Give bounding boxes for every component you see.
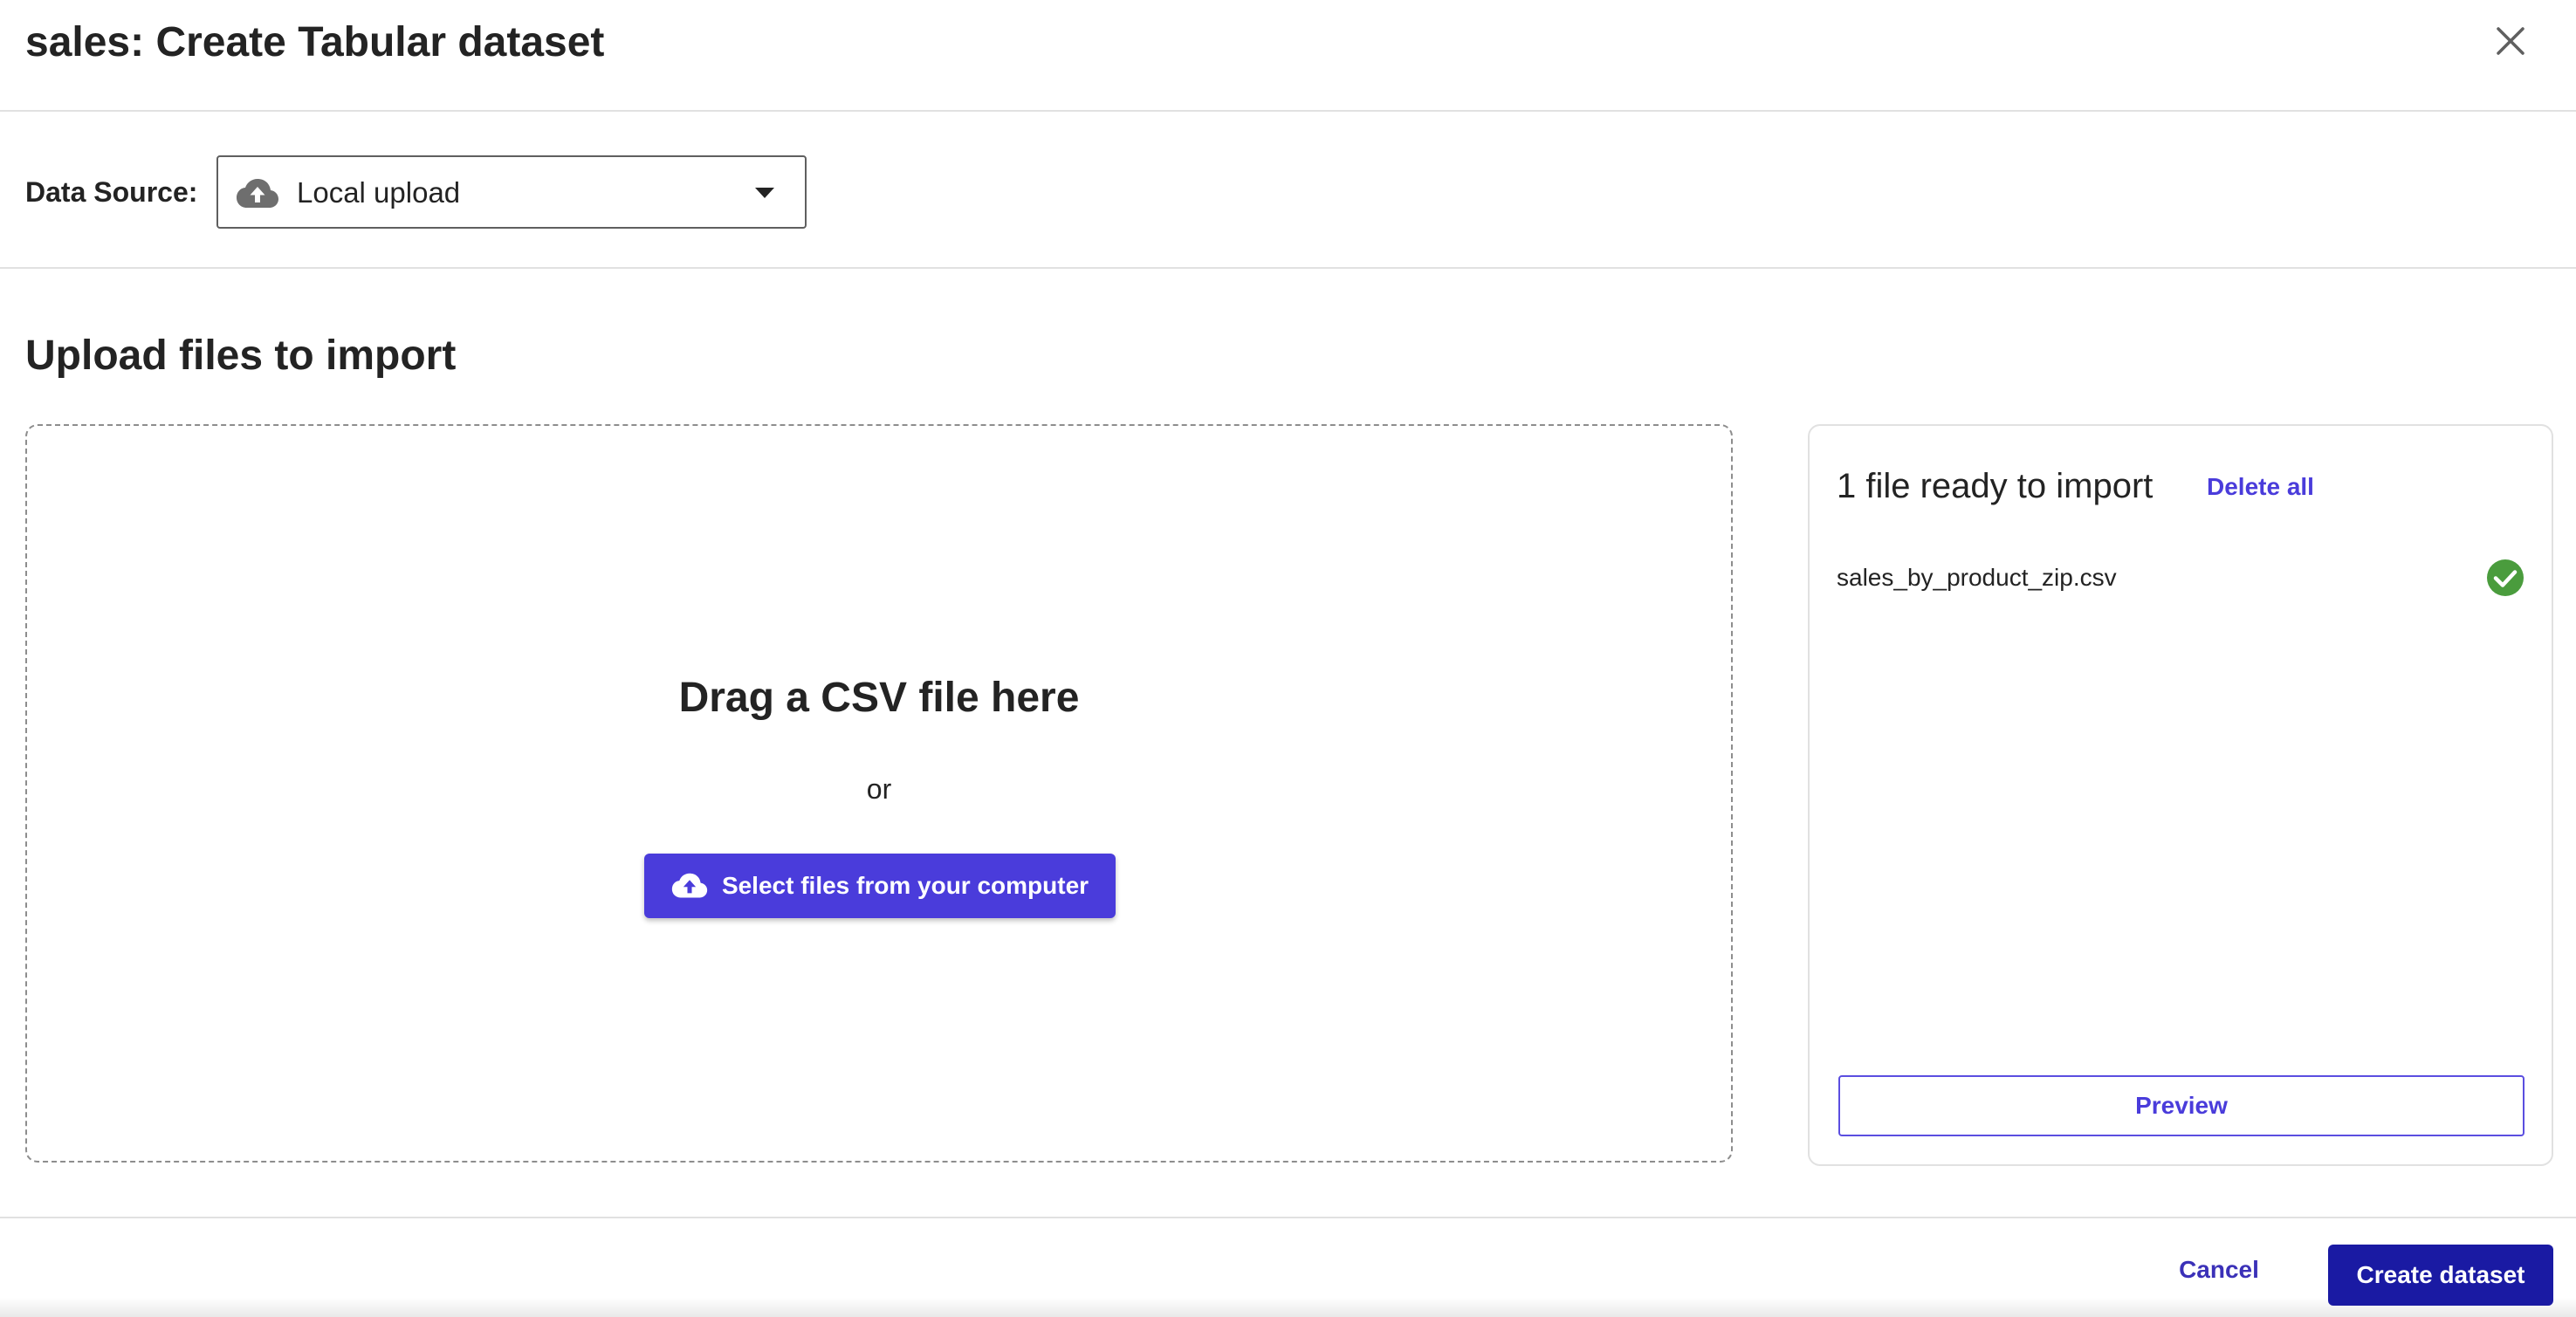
check-circle-icon — [2487, 559, 2524, 596]
create-dataset-label: Create dataset — [2356, 1261, 2525, 1288]
file-drop-zone[interactable]: Drag a CSV file here or Select files fro… — [25, 424, 1733, 1163]
create-dataset-button[interactable]: Create dataset — [2328, 1245, 2553, 1306]
close-icon — [2497, 27, 2524, 55]
data-source-select[interactable]: Local upload — [216, 155, 807, 229]
cancel-button[interactable]: Cancel — [2154, 1246, 2284, 1293]
create-dataset-dialog: sales: Create Tabular dataset Data Sourc… — [0, 0, 2576, 1317]
preview-label: Preview — [2135, 1092, 2228, 1119]
section-title: Upload files to import — [25, 333, 457, 379]
cloud-upload-icon — [237, 179, 278, 208]
dialog-title: sales: Create Tabular dataset — [25, 19, 605, 65]
drop-zone-title: Drag a CSV file here — [678, 675, 1080, 721]
delete-all-link[interactable]: Delete all — [2207, 471, 2314, 503]
preview-button[interactable]: Preview — [1838, 1075, 2524, 1136]
cancel-label: Cancel — [2179, 1256, 2259, 1283]
files-ready-panel: 1 file ready to import Delete all sales_… — [1808, 424, 2553, 1166]
select-files-button[interactable]: Select files from your computer — [644, 854, 1116, 918]
dialog-footer: Cancel Create dataset — [0, 1217, 2576, 1317]
file-list-item: sales_by_product_zip.csv — [1837, 557, 2526, 600]
data-source-label: Data Source: — [25, 176, 198, 208]
drop-zone-or: or — [866, 773, 892, 805]
dialog-header: sales: Create Tabular dataset — [0, 0, 2576, 112]
data-source-value: Local upload — [297, 176, 461, 209]
select-files-label: Select files from your computer — [721, 872, 1089, 899]
cloud-upload-icon — [671, 873, 708, 898]
file-name: sales_by_product_zip.csv — [1837, 564, 2117, 591]
data-source-row: Data Source: Local upload — [0, 113, 2576, 269]
caret-down-icon — [755, 188, 774, 198]
close-button[interactable] — [2490, 21, 2531, 61]
files-ready-title: 1 file ready to import — [1837, 467, 2154, 505]
